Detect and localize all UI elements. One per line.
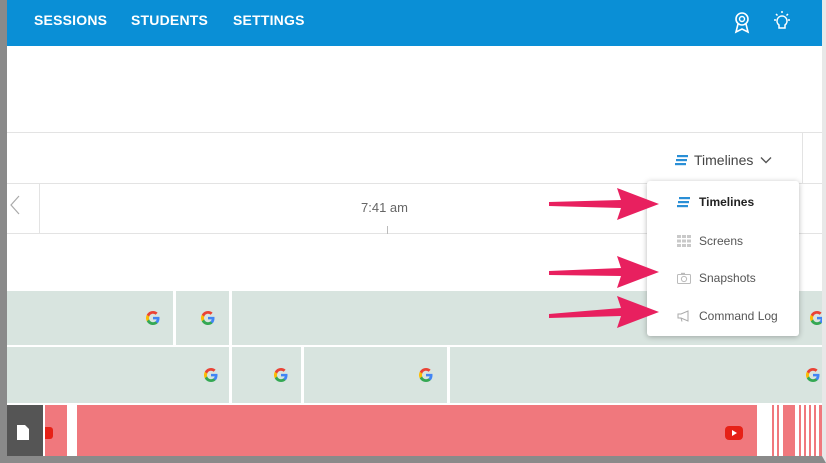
view-selector-button[interactable]: Timelines — [675, 150, 772, 170]
camera-icon — [677, 272, 691, 284]
youtube-segment[interactable] — [799, 405, 801, 456]
annotation-arrow — [549, 256, 659, 288]
award-icon[interactable] — [730, 10, 754, 34]
youtube-segment[interactable] — [809, 405, 811, 456]
annotation-arrow — [549, 188, 659, 220]
youtube-segment[interactable] — [777, 405, 779, 456]
youtube-icon — [45, 427, 53, 439]
google-icon[interactable] — [273, 367, 289, 383]
menu-item-screens[interactable]: Screens — [647, 226, 799, 256]
youtube-segment[interactable] — [804, 405, 806, 456]
menu-item-label: Command Log — [699, 309, 778, 323]
track-divider — [173, 291, 176, 345]
timelines-icon — [675, 155, 688, 166]
track-divider — [229, 291, 232, 345]
google-icon[interactable] — [418, 367, 434, 383]
youtube-segment[interactable] — [783, 405, 795, 456]
time-label: 7:41 am — [361, 200, 408, 215]
divider — [802, 132, 803, 183]
youtube-segment[interactable] — [45, 405, 67, 456]
chevron-left-icon[interactable] — [7, 194, 25, 216]
track-divider — [229, 347, 232, 403]
nav-sessions[interactable]: SESSIONS — [34, 12, 107, 28]
timeline-track[interactable] — [7, 347, 822, 403]
google-icon[interactable] — [200, 310, 216, 326]
divider — [39, 183, 40, 233]
menu-item-label: Timelines — [699, 195, 755, 209]
youtube-icon — [725, 426, 743, 440]
lightbulb-icon[interactable] — [770, 10, 794, 34]
top-nav: SESSIONS STUDENTS SETTINGS — [7, 0, 822, 46]
menu-item-label: Snapshots — [699, 271, 756, 285]
view-selector-label: Timelines — [694, 152, 754, 168]
menu-item-snapshots[interactable]: Snapshots — [647, 263, 799, 293]
megaphone-icon — [677, 310, 689, 322]
app-frame: SESSIONS STUDENTS SETTINGS Timelines 7:4… — [0, 0, 826, 463]
track-divider — [447, 347, 450, 403]
google-icon[interactable] — [203, 367, 219, 383]
divider — [7, 132, 822, 133]
track-divider — [301, 347, 304, 403]
timelines-icon — [677, 197, 690, 208]
document-icon — [17, 425, 29, 440]
nav-settings[interactable]: SETTINGS — [233, 12, 305, 28]
menu-item-timelines[interactable]: Timelines — [647, 187, 799, 217]
document-segment[interactable] — [7, 405, 43, 456]
youtube-segment[interactable] — [77, 405, 757, 456]
chevron-down-icon — [760, 157, 772, 164]
youtube-segment[interactable] — [772, 405, 774, 456]
timeline-track[interactable] — [7, 405, 822, 456]
menu-item-command-log[interactable]: Command Log — [647, 301, 799, 331]
google-icon[interactable] — [145, 310, 161, 326]
youtube-segment[interactable] — [814, 405, 816, 456]
nav-students[interactable]: STUDENTS — [131, 12, 208, 28]
google-icon[interactable] — [809, 310, 825, 326]
google-icon[interactable] — [805, 367, 821, 383]
annotation-arrow — [549, 296, 659, 328]
menu-item-label: Screens — [699, 234, 744, 248]
view-dropdown-menu: Timelines Screens Snapshots Command Log — [647, 181, 799, 336]
time-tick — [387, 226, 388, 234]
youtube-segment[interactable] — [819, 405, 822, 456]
grid-icon — [677, 235, 691, 247]
